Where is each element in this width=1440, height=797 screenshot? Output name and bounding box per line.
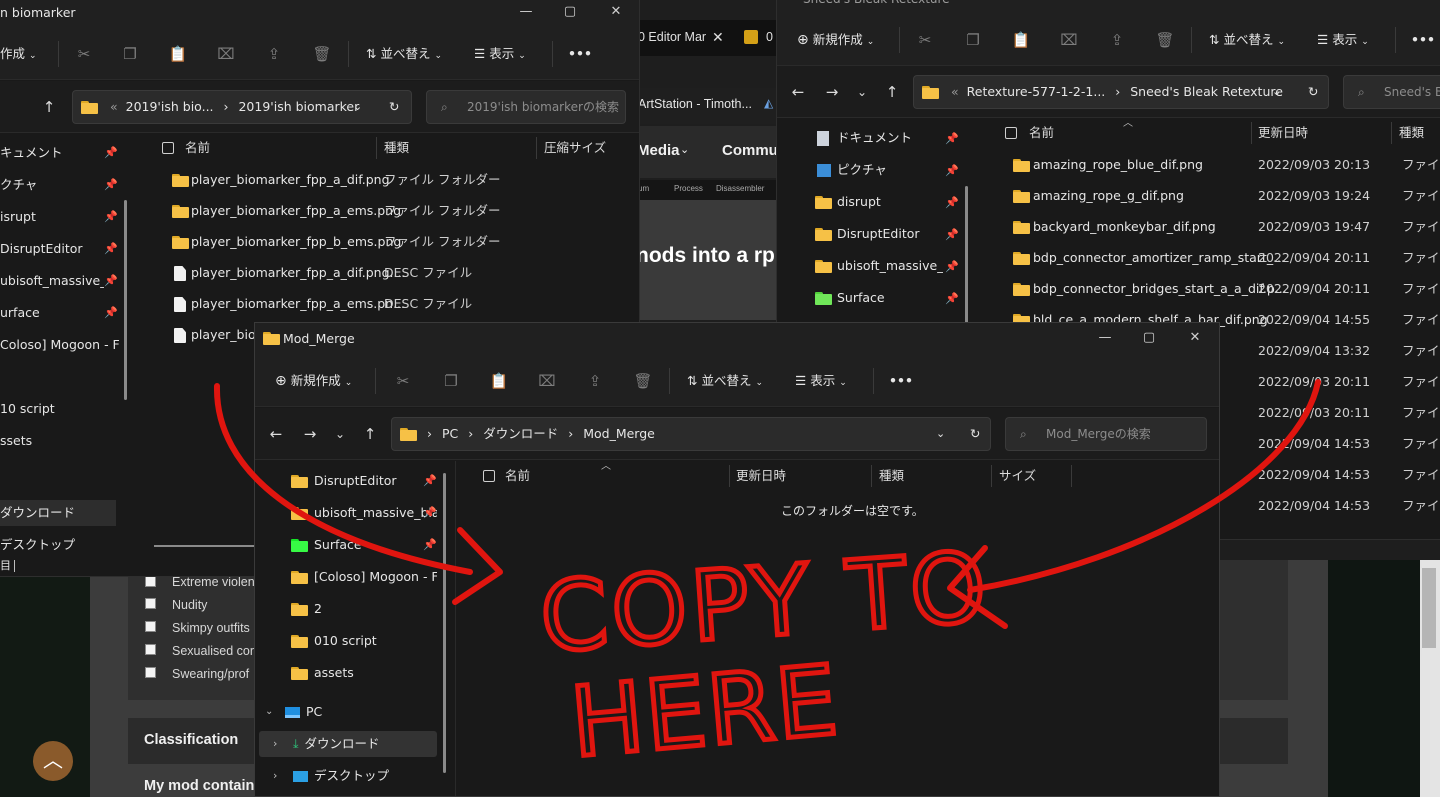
annotation-line-2: HERE <box>567 644 844 779</box>
arrow-head-left <box>452 527 503 605</box>
arrow-from-right <box>967 379 1321 593</box>
arrow-from-left <box>213 383 473 575</box>
handwritten-annotation: COPY TO HERE <box>213 379 1321 782</box>
